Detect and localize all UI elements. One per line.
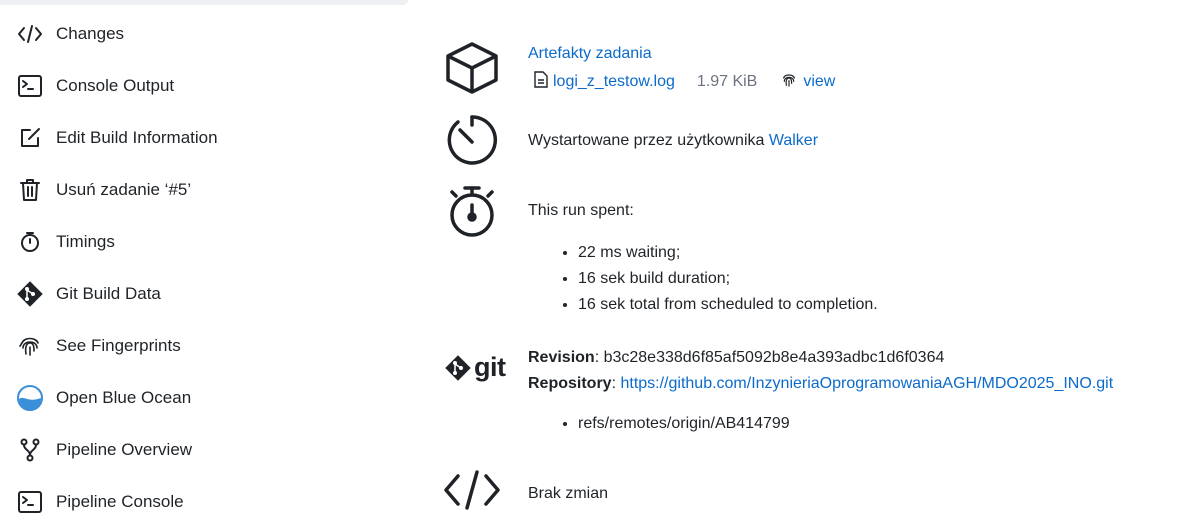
code-icon: [16, 20, 44, 48]
started-by-user-link[interactable]: Walker: [769, 132, 818, 149]
sidebar-item-pipeline-overview[interactable]: Pipeline Overview: [0, 424, 400, 476]
revision-value: b3c28e338d6f85af5092b8e4a393adbc1d6f0364: [603, 349, 945, 366]
sidebar-item-label: Pipeline Overview: [56, 440, 193, 459]
artifact-file-size: 1.97 KiB: [696, 73, 758, 90]
git-ref-item: refs/remotes/origin/AB414799: [578, 411, 1188, 437]
fingerprint-icon: [16, 332, 44, 360]
timing-item: 22 ms waiting;: [578, 240, 1168, 266]
sidebar-item-changes[interactable]: Changes: [0, 8, 400, 60]
sidebar-item-console-output[interactable]: Console Output: [0, 60, 400, 112]
timing-item: 16 sek total from scheduled to completio…: [578, 292, 1168, 318]
git-logo: git: [444, 352, 506, 383]
file-icon: [534, 71, 548, 93]
revision-label: Revision: [528, 349, 595, 366]
code-icon: [440, 470, 504, 510]
sidebar-item-git-build-data[interactable]: Git Build Data: [0, 268, 400, 320]
sidebar-item-pipeline-console[interactable]: Pipeline Console: [0, 476, 400, 528]
git-section: Revision: b3c28e338d6f85af5092b8e4a393ad…: [528, 345, 1188, 437]
terminal-icon: [16, 72, 44, 100]
git-logo-text: git: [474, 352, 506, 382]
stopwatch-icon: [16, 228, 44, 256]
git-icon: [16, 280, 44, 308]
sidebar-item-label: Usuń zadanie ‘#5’: [56, 180, 192, 199]
sidebar-item-label: Open Blue Ocean: [56, 388, 192, 407]
pipeline-icon: [16, 436, 44, 464]
changes-section: Brak zmian: [528, 485, 608, 503]
sidebar-item-label: Edit Build Information: [56, 128, 218, 147]
repository-link[interactable]: https://github.com/InzynieriaOprogramowa…: [620, 375, 1113, 392]
sidebar-item-label: Timings: [56, 232, 115, 251]
sidebar-item-label: Git Build Data: [56, 284, 161, 303]
fingerprint-icon: [781, 72, 797, 93]
git-icon: [445, 354, 471, 381]
stopwatch-icon: [440, 184, 504, 240]
blue-ocean-icon: [16, 384, 44, 412]
sidebar-item-delete-build[interactable]: Usuń zadanie ‘#5’: [0, 164, 400, 216]
sidebar-item-label: Console Output: [56, 76, 175, 95]
package-icon: [440, 40, 504, 96]
sidebar-item-timings[interactable]: Timings: [0, 216, 400, 268]
sidebar: Changes Console Output Edit Build Inform…: [0, 8, 400, 528]
artifact-file-link[interactable]: logi_z_testow.log: [553, 73, 675, 91]
sidebar-item-label: See Fingerprints: [56, 336, 181, 355]
timing-heading: This run spent:: [528, 202, 634, 219]
artifacts-section: Artefakty zadania logi_z_testow.log 1.97…: [528, 45, 835, 93]
sidebar-item-see-fingerprints[interactable]: See Fingerprints: [0, 320, 400, 372]
trash-icon: [16, 176, 44, 204]
no-changes-text: Brak zmian: [528, 485, 609, 502]
timing-item: 16 sek build duration;: [578, 266, 1168, 292]
timing-section: This run spent: 22 ms waiting; 16 sek bu…: [528, 202, 1168, 318]
sidebar-item-open-blue-ocean[interactable]: Open Blue Ocean: [0, 372, 400, 424]
artifact-view-link[interactable]: view: [803, 73, 835, 91]
edit-icon: [16, 124, 44, 152]
sidebar-item-edit-build-information[interactable]: Edit Build Information: [0, 112, 400, 164]
sidebar-item-label: Pipeline Console: [56, 492, 184, 511]
repository-label: Repository: [528, 375, 612, 392]
started-by-text: Wystartowane przez użytkownika: [528, 132, 765, 149]
artifacts-title-link[interactable]: Artefakty zadania: [528, 45, 652, 62]
top-panel-edge: [0, 0, 408, 5]
sidebar-item-label: Changes: [56, 24, 125, 43]
clock-icon: [440, 112, 504, 168]
started-by-section: Wystartowane przez użytkownika Walker: [528, 132, 818, 150]
